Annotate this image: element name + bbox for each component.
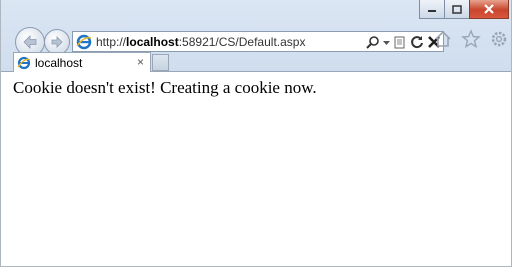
new-tab-button[interactable] [152,54,169,71]
back-arrow-icon [23,35,37,49]
tab-localhost[interactable]: localhost × [13,52,151,72]
browser-chrome: http://localhost:58921/CS/Default.aspx l… [1,0,511,72]
address-bar-icons [366,33,441,51]
maximize-button[interactable] [444,0,470,19]
url-prefix: http:// [96,34,127,49]
settings-gear-icon[interactable] [489,29,509,49]
minimize-icon [428,10,436,12]
browser-window: http://localhost:58921/CS/Default.aspx l… [0,0,512,267]
home-icon[interactable] [433,29,453,49]
compatibility-icon[interactable] [393,35,407,49]
address-bar[interactable]: http://localhost:58921/CS/Default.aspx [72,31,444,52]
url-path: :58921/CS/Default.aspx [178,34,306,49]
tab-label: localhost [35,55,83,70]
cookie-message: Cookie doesn't exist! Creating a cookie … [13,78,317,97]
close-button[interactable] [469,0,509,19]
minimize-button[interactable] [419,0,445,19]
url-text[interactable]: http://localhost:58921/CS/Default.aspx [96,35,305,49]
close-icon [484,4,494,14]
url-host: localhost [126,34,179,49]
ie-favicon-icon [76,34,92,49]
forward-arrow-icon [51,36,63,48]
favorites-star-icon[interactable] [461,29,481,49]
dropdown-icon[interactable] [383,35,390,49]
command-icons [433,29,509,49]
window-controls [419,0,509,20]
page-content: Cookie doesn't exist! Creating a cookie … [1,72,511,98]
refresh-icon[interactable] [410,35,424,49]
maximize-icon [452,4,462,14]
tab-close-button[interactable]: × [137,55,144,69]
search-icon[interactable] [366,35,380,49]
ie-favicon-icon [17,56,31,69]
